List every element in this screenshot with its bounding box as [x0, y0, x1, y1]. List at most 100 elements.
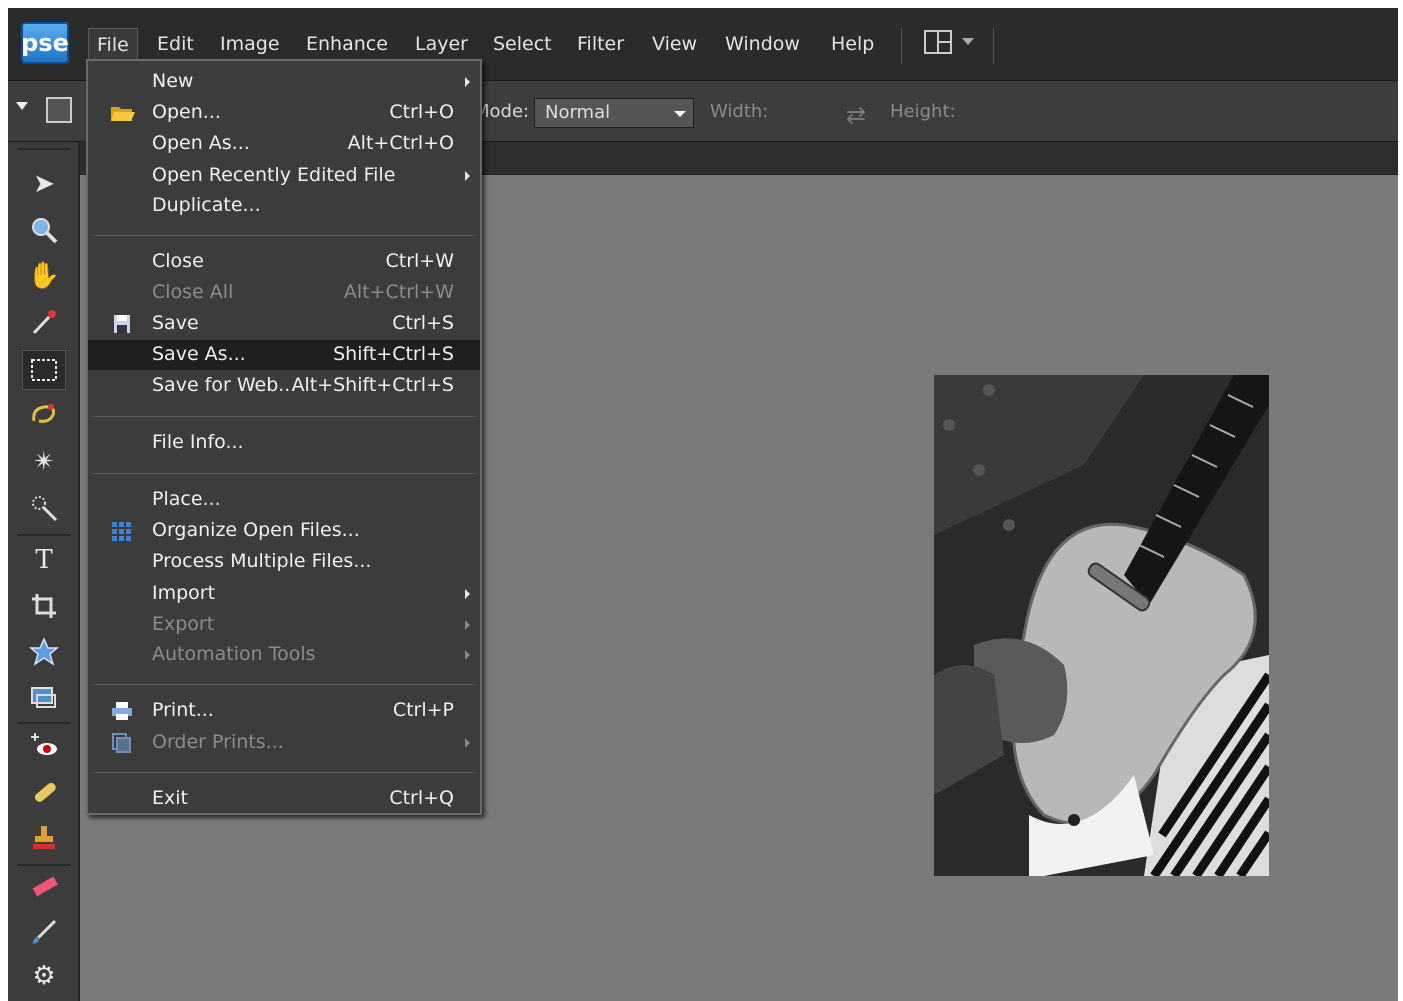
- toolbox-separator: [18, 534, 70, 536]
- menu-item-shortcut: Ctrl+Q: [389, 787, 454, 809]
- menu-item-shortcut: Shift+Ctrl+S: [333, 343, 454, 365]
- menu-item-close[interactable]: Close Ctrl+W: [88, 247, 480, 277]
- menu-item-new[interactable]: New: [88, 67, 480, 97]
- menu-enhance[interactable]: Enhance: [306, 33, 388, 55]
- menu-divider: [92, 473, 476, 474]
- grid-icon: [110, 521, 134, 541]
- menu-item-save[interactable]: Save Ctrl+S: [88, 309, 480, 339]
- menu-view[interactable]: View: [652, 33, 697, 55]
- hand-tool-icon[interactable]: ✋: [22, 256, 66, 296]
- menu-item-open-recently-edited[interactable]: Open Recently Edited File: [88, 161, 480, 191]
- type-tool-icon[interactable]: T: [22, 540, 66, 580]
- clone-stamp-tool-icon[interactable]: [22, 818, 66, 858]
- photoshop-elements-window: pse File Edit Image Enhance Layer Select…: [8, 8, 1398, 1001]
- menu-item-export: Export: [88, 610, 480, 640]
- menu-item-print[interactable]: Print... Ctrl+P: [88, 696, 480, 726]
- menu-separator: [901, 28, 902, 64]
- menu-item-label: Process Multiple Files...: [152, 550, 372, 572]
- submenu-arrow-icon: [465, 620, 470, 630]
- healing-brush-tool-icon[interactable]: [22, 772, 66, 812]
- menu-item-label: Place...: [152, 488, 221, 510]
- menu-item-open-as[interactable]: Open As... Alt+Ctrl+O: [88, 129, 480, 159]
- printer-icon: [110, 701, 134, 721]
- swap-dimensions-icon[interactable]: ⇄: [846, 101, 866, 129]
- menu-item-label: Order Prints...: [152, 731, 284, 753]
- menu-item-open[interactable]: Open... Ctrl+O: [88, 98, 480, 128]
- menu-item-file-info[interactable]: File Info...: [88, 428, 480, 458]
- menu-item-process-multiple-files[interactable]: Process Multiple Files...: [88, 547, 480, 577]
- rectangular-marquee-tool-icon[interactable]: [22, 350, 66, 390]
- folder-icon: [110, 103, 135, 123]
- menu-filter[interactable]: Filter: [577, 33, 624, 55]
- menu-item-shortcut: Alt+Ctrl+W: [343, 281, 454, 303]
- menu-divider: [92, 416, 476, 417]
- height-label: Height:: [890, 101, 956, 122]
- eyedropper-tool-icon[interactable]: [22, 302, 66, 342]
- menu-item-import[interactable]: Import: [88, 579, 480, 609]
- width-label: Width:: [710, 101, 769, 122]
- menu-item-label: Print...: [152, 699, 214, 721]
- workspace-layout-icon[interactable]: [924, 30, 952, 54]
- menu-window[interactable]: Window: [725, 33, 800, 55]
- menu-item-label: Open...: [152, 101, 221, 123]
- menu-item-save-as[interactable]: Save As... Shift+Ctrl+S: [88, 340, 480, 370]
- mode-select[interactable]: Normal: [534, 98, 694, 128]
- menu-item-shortcut: Ctrl+S: [392, 312, 454, 334]
- menu-item-save-for-web[interactable]: Save for Web... Alt+Shift+Ctrl+S: [88, 371, 480, 401]
- crop-tool-icon[interactable]: [22, 586, 66, 626]
- menu-item-label: New: [152, 70, 194, 92]
- menu-item-order-prints: Order Prints...: [88, 728, 480, 758]
- file-menu-dropdown: New Open... Ctrl+O Open As... Alt+Ctrl+O…: [86, 59, 482, 815]
- menu-item-label: Open As...: [152, 132, 250, 154]
- menu-item-exit[interactable]: Exit Ctrl+Q: [88, 784, 480, 814]
- toolbox-grip[interactable]: [18, 148, 70, 150]
- toolbox-separator: [18, 722, 70, 724]
- menu-help[interactable]: Help: [831, 33, 874, 55]
- red-eye-removal-tool-icon[interactable]: [22, 726, 66, 766]
- menu-item-shortcut: Alt+Ctrl+O: [347, 132, 454, 154]
- menu-item-organize-open-files[interactable]: Organize Open Files...: [88, 516, 480, 546]
- menu-item-label: Duplicate...: [152, 194, 261, 216]
- menu-item-label: Open Recently Edited File: [152, 164, 396, 186]
- lasso-tool-icon[interactable]: [22, 396, 66, 436]
- menu-item-label: Close: [152, 250, 204, 272]
- menu-item-label: Organize Open Files...: [152, 519, 360, 541]
- menu-item-place[interactable]: Place...: [88, 485, 480, 515]
- brush-tool-icon[interactable]: [22, 912, 66, 952]
- menu-image[interactable]: Image: [220, 33, 280, 55]
- order-prints-icon: [110, 733, 134, 753]
- chevron-down-icon[interactable]: [962, 38, 974, 45]
- menu-edit[interactable]: Edit: [157, 33, 194, 55]
- submenu-arrow-icon: [465, 738, 470, 748]
- menu-item-shortcut: Ctrl+P: [392, 699, 454, 721]
- magic-wand-tool-icon[interactable]: ✴: [22, 442, 66, 482]
- submenu-arrow-icon: [465, 650, 470, 660]
- menu-select[interactable]: Select: [493, 33, 552, 55]
- tool-preset-picker-icon[interactable]: [16, 102, 28, 110]
- eraser-tool-icon[interactable]: [22, 866, 66, 906]
- floppy-disk-icon: [110, 314, 134, 334]
- submenu-arrow-icon: [465, 171, 470, 181]
- menu-item-automation-tools: Automation Tools: [88, 640, 480, 670]
- menu-item-shortcut: Ctrl+O: [389, 101, 454, 123]
- move-tool-icon[interactable]: ➤: [22, 164, 66, 204]
- menu-item-label: Export: [152, 613, 215, 635]
- quick-selection-tool-icon[interactable]: [22, 488, 66, 528]
- recompose-tool-icon[interactable]: [22, 678, 66, 718]
- marquee-shape-icon[interactable]: [46, 97, 72, 123]
- menu-divider: [92, 684, 476, 685]
- canvas-image-guitar[interactable]: [934, 375, 1269, 876]
- menu-item-label: File Info...: [152, 431, 244, 453]
- menu-layer[interactable]: Layer: [415, 33, 468, 55]
- menu-item-shortcut: Ctrl+W: [385, 250, 454, 272]
- submenu-arrow-icon: [465, 77, 470, 87]
- menu-item-label: Automation Tools: [152, 643, 316, 665]
- smart-brush-tool-icon[interactable]: ⚙: [22, 956, 66, 996]
- menu-divider: [92, 772, 476, 773]
- menu-item-duplicate[interactable]: Duplicate...: [88, 191, 480, 221]
- menu-item-label: Save As...: [152, 343, 246, 365]
- menu-item-label: Exit: [152, 787, 188, 809]
- cookie-cutter-tool-icon[interactable]: [22, 632, 66, 672]
- menu-divider: [92, 235, 476, 236]
- zoom-tool-icon[interactable]: [22, 210, 66, 250]
